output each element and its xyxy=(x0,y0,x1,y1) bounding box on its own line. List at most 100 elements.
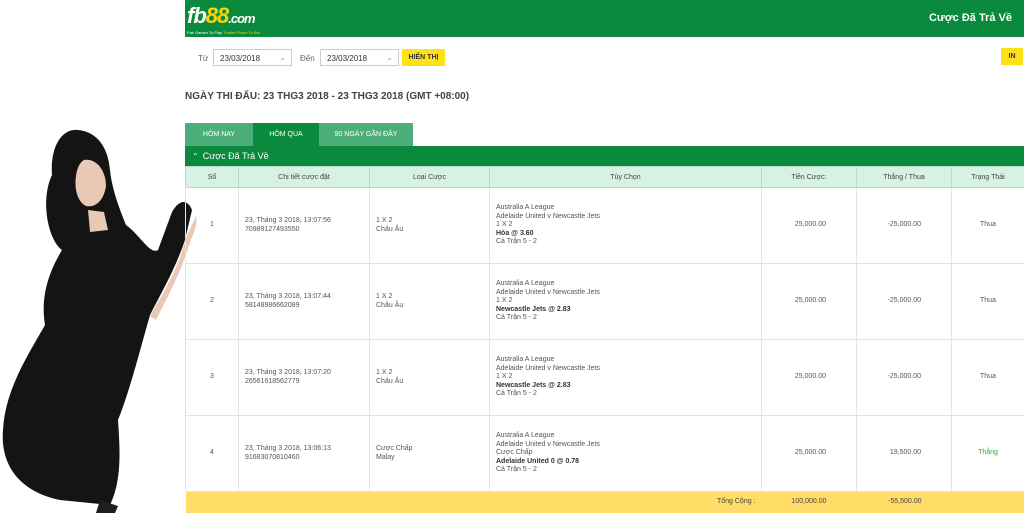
to-label: Đến xyxy=(300,54,315,63)
status: Thua xyxy=(951,339,1024,416)
win-loss: 19,500.00 xyxy=(856,415,952,492)
stake: 25,000.00 xyxy=(761,415,857,492)
bet-type: 1 X 2 Châu Âu xyxy=(369,263,490,340)
print-button[interactable]: IN xyxy=(1001,48,1023,65)
site-header: fb88.com Fair Games To Play Trusted Plac… xyxy=(185,0,1024,37)
row-number: 3 xyxy=(185,339,239,416)
from-label: Từ xyxy=(198,54,209,63)
col-header-stake: Tiền Cược: xyxy=(761,166,857,188)
col-header-no: Số xyxy=(185,166,239,188)
bet-selection: Australia A League Adelaide United v Newc… xyxy=(489,415,762,492)
table-row: 3 23, Tháng 3 2018, 13:07:20 265616185627… xyxy=(185,339,1024,416)
win-loss: -25,000.00 xyxy=(856,187,952,264)
logo-domain: .com xyxy=(228,11,255,26)
table-row: 4 23, Tháng 3 2018, 13:06:13 916830708104… xyxy=(185,415,1024,492)
from-date-select[interactable]: 23/03/2018 ⌄ xyxy=(213,49,292,66)
bet-type-market: Cược Chấp xyxy=(376,444,413,452)
bet-selection: Australia A League Adelaide United v Newc… xyxy=(489,187,762,264)
logo-number: 88 xyxy=(205,3,230,28)
bet-ticket: 70989127493550 xyxy=(245,225,300,233)
logo-main: fb xyxy=(187,3,207,28)
chevron-up-icon: ⌃ xyxy=(192,152,199,161)
total-stake: 100,000.00 xyxy=(761,491,857,513)
tab-today[interactable]: HÔM NAY xyxy=(185,123,253,146)
status: Thắng xyxy=(951,415,1024,492)
bet-datetime: 23, Tháng 3 2018, 13:07:56 xyxy=(245,216,331,224)
table-header-row: Số Chi tiết cược đặt Loại Cược Tùy Chọn … xyxy=(185,166,1024,188)
market: Cược Chấp xyxy=(496,449,533,457)
tab-last-90-days[interactable]: 90 NGÀY GẦN ĐÂY xyxy=(319,123,413,146)
score: Cả Trận 5 - 2 xyxy=(496,390,537,398)
status: Thua xyxy=(951,263,1024,340)
market: 1 X 2 xyxy=(496,221,513,229)
show-button[interactable]: HIỂN THỊ xyxy=(402,49,445,66)
table-row: 1 23, Tháng 3 2018, 13:07:56 709891274935… xyxy=(185,187,1024,264)
total-row: Tổng Cộng : 100,000.00 -55,500.00 xyxy=(185,491,1024,513)
stake: 25,000.00 xyxy=(761,187,857,264)
bet-type-market: 1 X 2 xyxy=(376,216,393,224)
logo-tagline: Fair Games To Play Trusted Place To Bet xyxy=(187,30,260,35)
col-header-bet-type: Loại Cược xyxy=(369,166,490,188)
page-title: Cược Đã Trả Về xyxy=(928,12,1012,24)
match: Adelaide United v Newcastle Jets xyxy=(496,288,600,296)
row-number: 2 xyxy=(185,263,239,340)
league: Australia A League xyxy=(496,432,555,440)
bet-details: 23, Tháng 3 2018, 13:06:13 91683070810460 xyxy=(238,415,370,492)
bet-datetime: 23, Tháng 3 2018, 13:06:13 xyxy=(245,444,331,452)
col-header-details: Chi tiết cược đặt xyxy=(238,166,370,188)
bet-details: 23, Tháng 3 2018, 13:07:44 58148986662089 xyxy=(238,263,370,340)
bet-type-market: 1 X 2 xyxy=(376,368,393,376)
bet-type-market: 1 X 2 xyxy=(376,292,393,300)
bet-type: 1 X 2 Châu Âu xyxy=(369,187,490,264)
row-number: 1 xyxy=(185,187,239,264)
market: 1 X 2 xyxy=(496,297,513,305)
logo-wordmark: fb88.com xyxy=(187,3,256,29)
stake: 25,000.00 xyxy=(761,263,857,340)
bet-datetime: 23, Tháng 3 2018, 13:07:44 xyxy=(245,292,331,300)
match: Adelaide United v Newcastle Jets xyxy=(496,364,600,372)
from-date-value: 23/03/2018 xyxy=(220,54,261,63)
status: Thua xyxy=(951,187,1024,264)
bet-type-odds: Châu Âu xyxy=(376,301,404,309)
chevron-down-icon: ⌄ xyxy=(386,53,393,62)
total-status-empty xyxy=(951,491,1024,513)
col-header-status: Trạng Thái xyxy=(951,166,1024,188)
score: Cả Trận 5 - 2 xyxy=(496,238,537,246)
bet-selection: Australia A League Adelaide United v Newc… xyxy=(489,263,762,340)
bet-type: 1 X 2 Châu Âu xyxy=(369,339,490,416)
bet-type-odds: Châu Âu xyxy=(376,225,404,233)
score: Cả Trận 5 - 2 xyxy=(496,466,537,474)
bet-datetime: 23, Tháng 3 2018, 13:07:20 xyxy=(245,368,331,376)
pick: Newcastle Jets @ 2.83 xyxy=(496,381,571,389)
win-loss: -25,000.00 xyxy=(856,339,952,416)
fb88-logo[interactable]: fb88.com Fair Games To Play Trusted Plac… xyxy=(185,3,277,35)
bet-ticket: 91683070810460 xyxy=(245,453,300,461)
bet-details: 23, Tháng 3 2018, 13:07:20 26561618562779 xyxy=(238,339,370,416)
pick: Newcastle Jets @ 2.83 xyxy=(496,305,571,313)
to-date-select[interactable]: 23/03/2018 ⌄ xyxy=(320,49,399,66)
table-row: 2 23, Tháng 3 2018, 13:07:44 581489866620… xyxy=(185,263,1024,340)
win-loss: -25,000.00 xyxy=(856,263,952,340)
bet-ticket: 26561618562779 xyxy=(245,377,300,385)
to-date-value: 23/03/2018 xyxy=(327,54,368,63)
bet-selection: Australia A League Adelaide United v Newc… xyxy=(489,339,762,416)
total-label: Tổng Cộng : xyxy=(185,491,762,513)
league: Australia A League xyxy=(496,204,555,212)
stake: 25,000.00 xyxy=(761,339,857,416)
tab-yesterday[interactable]: HÔM QUA xyxy=(253,123,319,146)
match-date-range: NGÀY THI ĐẤU: 23 THG3 2018 - 23 THG3 201… xyxy=(185,91,470,102)
bet-details: 23, Tháng 3 2018, 13:07:56 70989127493550 xyxy=(238,187,370,264)
total-win-loss: -55,500.00 xyxy=(856,491,952,513)
chevron-down-icon: ⌄ xyxy=(279,53,286,62)
row-number: 4 xyxy=(185,415,239,492)
col-header-selection: Tùy Chọn xyxy=(489,166,762,188)
bet-type: Cược Chấp Malay xyxy=(369,415,490,492)
bets-table: Số Chi tiết cược đặt Loại Cược Tùy Chọn … xyxy=(185,166,1024,513)
pick: Adelaide United 0 @ 0.78 xyxy=(496,457,580,465)
section-header[interactable]: ⌃ Cược Đã Trả Về xyxy=(185,146,1024,166)
section-title: Cược Đã Trả Về xyxy=(202,151,269,161)
model-photo xyxy=(2,129,197,513)
pick: Hòa @ 3.60 xyxy=(496,229,534,237)
match: Adelaide United v Newcastle Jets xyxy=(496,440,600,448)
score: Cả Trận 5 - 2 xyxy=(496,314,537,322)
